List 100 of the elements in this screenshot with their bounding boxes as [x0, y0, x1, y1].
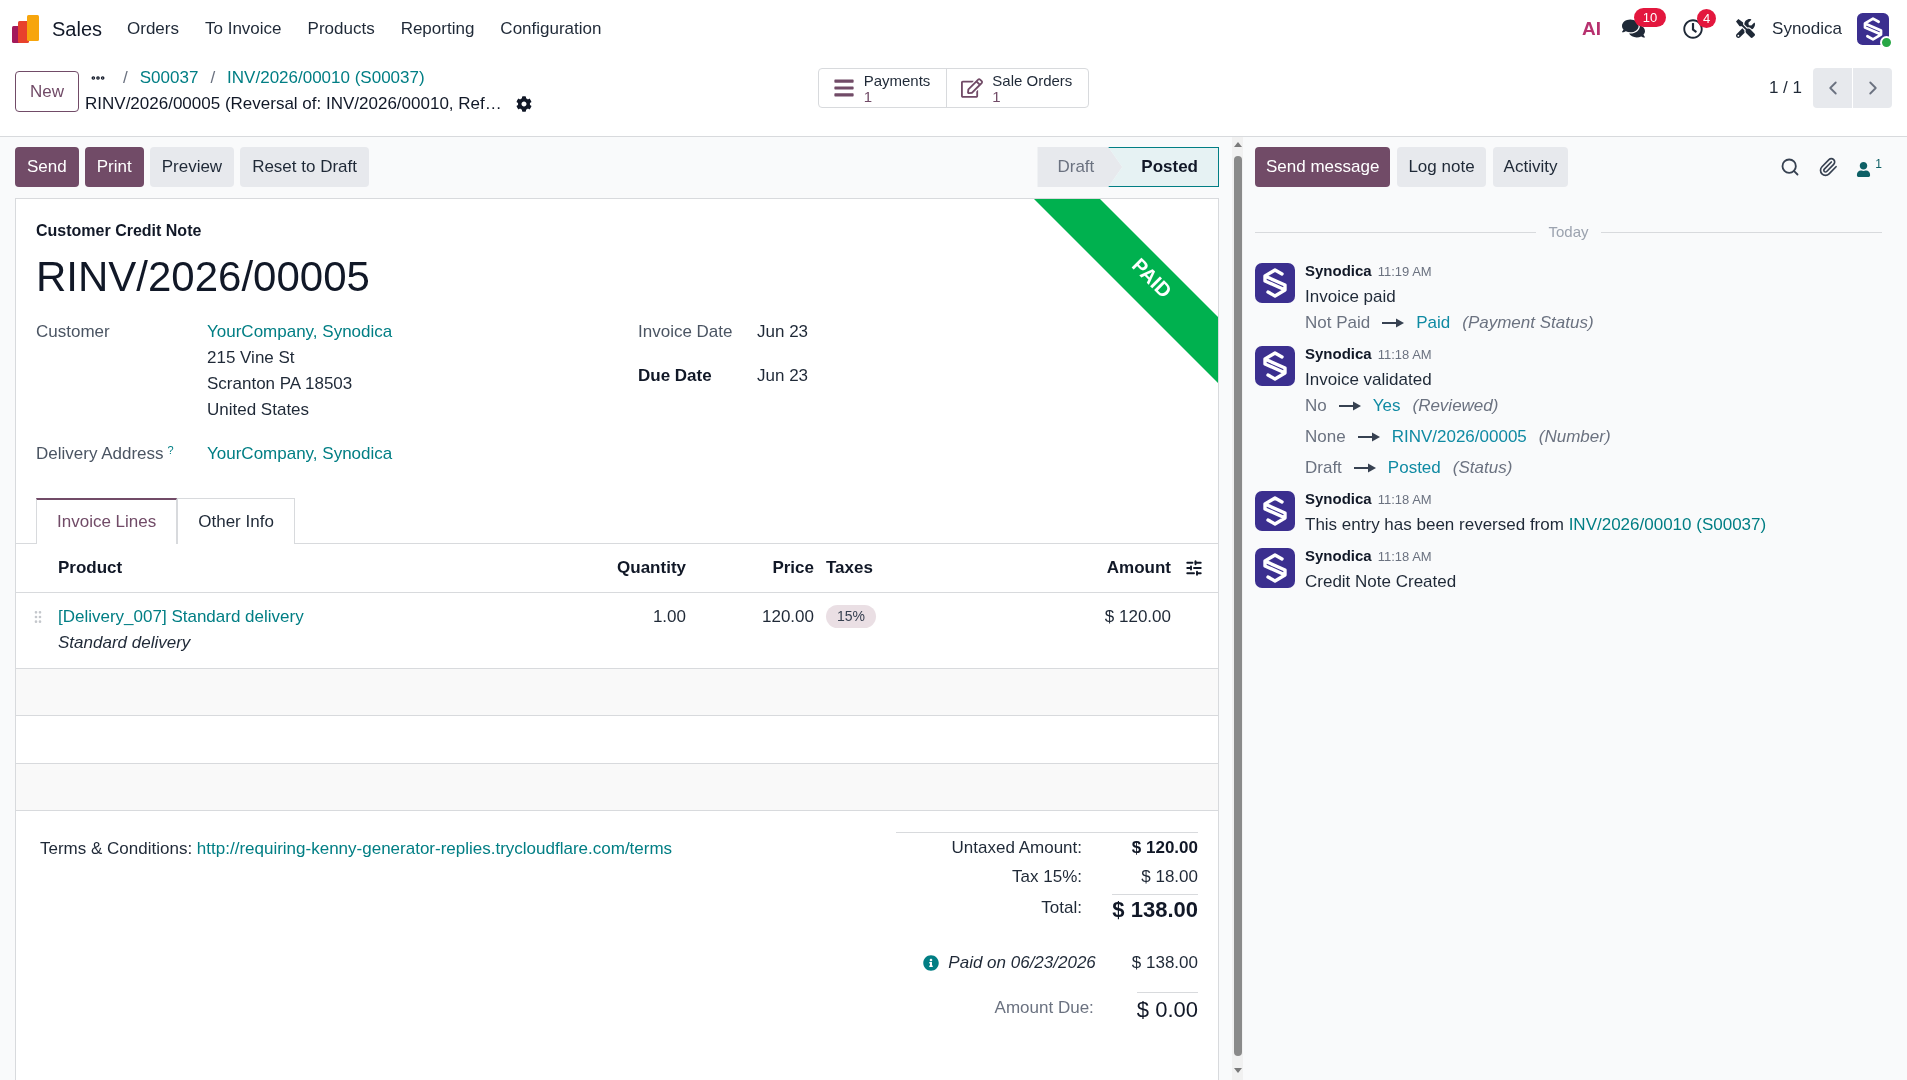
- clock-icon[interactable]: [1683, 18, 1704, 39]
- status-step[interactable]: Posted: [1108, 147, 1219, 187]
- message-author: Synodica: [1305, 546, 1372, 566]
- tracking-new-value: RINV/2026/00005: [1391, 426, 1527, 449]
- message-link[interactable]: INV/2026/00010 (S00037): [1568, 515, 1767, 534]
- tracking-field: (Status): [1452, 455, 1513, 481]
- status-step[interactable]: Draft: [1037, 147, 1123, 187]
- tracking-new-value: Yes: [1372, 395, 1401, 418]
- tab[interactable]: Other Info: [177, 498, 295, 544]
- user-avatar: [1857, 12, 1889, 45]
- sales-app-icon[interactable]: [12, 14, 40, 43]
- arrow-icon: [1382, 318, 1405, 328]
- message-text: This entry has been reversed from INV/2026/00010 (S00037): [1305, 514, 1767, 536]
- edit-icon: [961, 77, 984, 99]
- sliders-icon[interactable]: [1185, 559, 1203, 577]
- payment-label: Paid on 06/23/2026: [948, 952, 1096, 975]
- menu-item[interactable]: Orders: [114, 8, 192, 49]
- info-icon[interactable]: [923, 955, 940, 971]
- table-cell-text: $ 120.00: [1103, 606, 1171, 628]
- action-button[interactable]: Send: [15, 147, 79, 187]
- date-separator: Today: [1547, 221, 1590, 242]
- settings-icon[interactable]: [515, 96, 532, 112]
- message-text: Invoice paid: [1305, 286, 1396, 308]
- message-time: 11:18 AM: [1377, 491, 1432, 509]
- smart-button-count: 1: [863, 88, 872, 105]
- tab[interactable]: Invoice Lines: [36, 498, 178, 544]
- amount-due-label: Amount Due:: [994, 997, 1094, 1019]
- field-value: Jun 23: [757, 365, 809, 387]
- total-value: $ 120.00: [1131, 836, 1198, 859]
- message-author: Synodica: [1305, 261, 1372, 281]
- chatter-button[interactable]: Send message: [1255, 147, 1391, 187]
- search-icon[interactable]: [1780, 157, 1801, 177]
- breadcrumb-separator: /: [123, 67, 128, 90]
- terms-text: Terms & Conditions: http://requiring-kenny-generator-replies.trycloudflare.com/terms: [40, 838, 673, 860]
- tax-tag: 15%: [826, 605, 877, 628]
- field-label: Delivery Address: [36, 443, 164, 465]
- breadcrumb-link[interactable]: S00037: [139, 65, 199, 91]
- total-label: Total:: [1041, 897, 1082, 920]
- scroll-down-icon[interactable]: [1233, 1068, 1242, 1073]
- menu-item[interactable]: Products: [294, 8, 388, 49]
- action-button[interactable]: Print: [84, 147, 144, 187]
- notification-badge: 4: [1697, 8, 1717, 28]
- ai-button[interactable]: AI: [1582, 16, 1602, 41]
- field-link[interactable]: YourCompany, Synodica: [207, 319, 393, 345]
- message-author: Synodica: [1305, 344, 1372, 364]
- message-text: Invoice validated: [1305, 369, 1432, 391]
- author-avatar: [1255, 548, 1295, 588]
- field-value: Jun 23: [757, 321, 809, 343]
- field-label: Due Date: [638, 365, 712, 387]
- column-header: Product: [58, 557, 124, 580]
- tracking-old-value: None: [1305, 426, 1346, 449]
- breadcrumb-link[interactable]: INV/2026/00010 (S00037): [227, 65, 425, 91]
- arrow-icon: [1338, 401, 1361, 411]
- notification-badge: 10: [1634, 8, 1667, 27]
- tracking-field: (Reviewed): [1412, 393, 1499, 419]
- action-button[interactable]: Preview: [149, 147, 235, 187]
- action-button[interactable]: Reset to Draft: [240, 147, 369, 187]
- product-link[interactable]: [Delivery_007] Standard delivery: [58, 604, 304, 630]
- smart-button[interactable]: Payments 1: [818, 69, 947, 107]
- breadcrumb-separator: /: [210, 67, 216, 90]
- paperclip-icon[interactable]: [1818, 157, 1839, 177]
- list-icon: [832, 77, 855, 99]
- menu-item[interactable]: To Invoice: [192, 8, 295, 49]
- smart-button[interactable]: Sale Orders 1: [946, 69, 1089, 107]
- tracking-old-value: Not Paid: [1305, 312, 1371, 335]
- message-author: Synodica: [1305, 489, 1372, 509]
- author-avatar: [1255, 263, 1295, 303]
- tracking-field: (Payment Status): [1462, 310, 1594, 336]
- new-button[interactable]: New: [15, 71, 79, 112]
- tools-icon[interactable]: [1736, 19, 1756, 38]
- field-label: Customer: [36, 321, 110, 343]
- scrollbar[interactable]: [1232, 137, 1243, 1080]
- arrow-icon: [1357, 432, 1380, 442]
- smart-button-count: 1: [992, 88, 1001, 105]
- total-label: Tax 15%:: [1012, 865, 1082, 888]
- app-title: Sales: [52, 16, 103, 42]
- message-time: 11:19 AM: [1377, 263, 1432, 281]
- field-link[interactable]: YourCompany, Synodica: [207, 441, 393, 467]
- chatter-button[interactable]: Log note: [1397, 147, 1486, 187]
- author-avatar: [1255, 491, 1295, 531]
- tracking-new-value: Paid: [1416, 312, 1451, 335]
- line-description: Standard delivery: [58, 632, 191, 654]
- scrollbar-thumb[interactable]: [1233, 156, 1242, 1056]
- table-cell-text: 120.00: [761, 606, 814, 628]
- user-name[interactable]: Synodica: [1772, 15, 1842, 42]
- chatter-button[interactable]: Activity: [1492, 147, 1569, 187]
- followers-icon[interactable]: [1856, 161, 1872, 177]
- menu-item[interactable]: Configuration: [487, 8, 615, 49]
- pager-value[interactable]: 1 / 1: [1768, 75, 1802, 101]
- document-number: RINV/2026/00005: [36, 252, 370, 302]
- message-text: Credit Note Created: [1305, 571, 1457, 593]
- table-cell-text: 1.00: [651, 606, 686, 628]
- address-line: Scranton PA 18503: [207, 373, 353, 395]
- help-marker[interactable]: ?: [167, 445, 174, 456]
- terms-link[interactable]: http://requiring-kenny-generator-replies.trycloudflare.com/terms: [196, 839, 673, 858]
- arrow-icon: [1353, 463, 1376, 473]
- document-type: Customer Credit Note: [36, 221, 202, 241]
- address-line: 215 Vine St: [207, 347, 295, 369]
- scroll-up-icon[interactable]: [1233, 142, 1242, 147]
- menu-item[interactable]: Reporting: [387, 8, 488, 49]
